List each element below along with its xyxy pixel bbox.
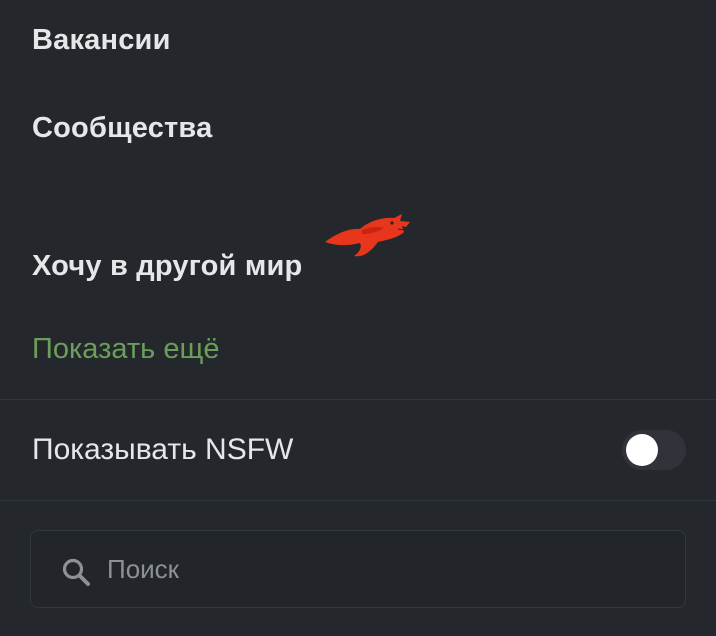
menu-item-communities[interactable]: Сообщества (32, 112, 212, 145)
nsfw-toggle[interactable] (622, 430, 686, 470)
nsfw-setting-label: Показывать NSFW (32, 433, 294, 466)
divider (0, 399, 716, 400)
divider (0, 500, 716, 501)
menu-item-other-world[interactable]: Хочу в другой мир (32, 250, 302, 283)
red-dragon-icon (325, 214, 410, 257)
search-icon (62, 558, 90, 586)
search-box[interactable] (30, 530, 686, 608)
search-input[interactable] (107, 547, 667, 591)
menu-item-vacancies[interactable]: Вакансии (32, 24, 171, 57)
toggle-knob (626, 434, 658, 466)
show-more-link[interactable]: Показать ещё (32, 333, 219, 366)
